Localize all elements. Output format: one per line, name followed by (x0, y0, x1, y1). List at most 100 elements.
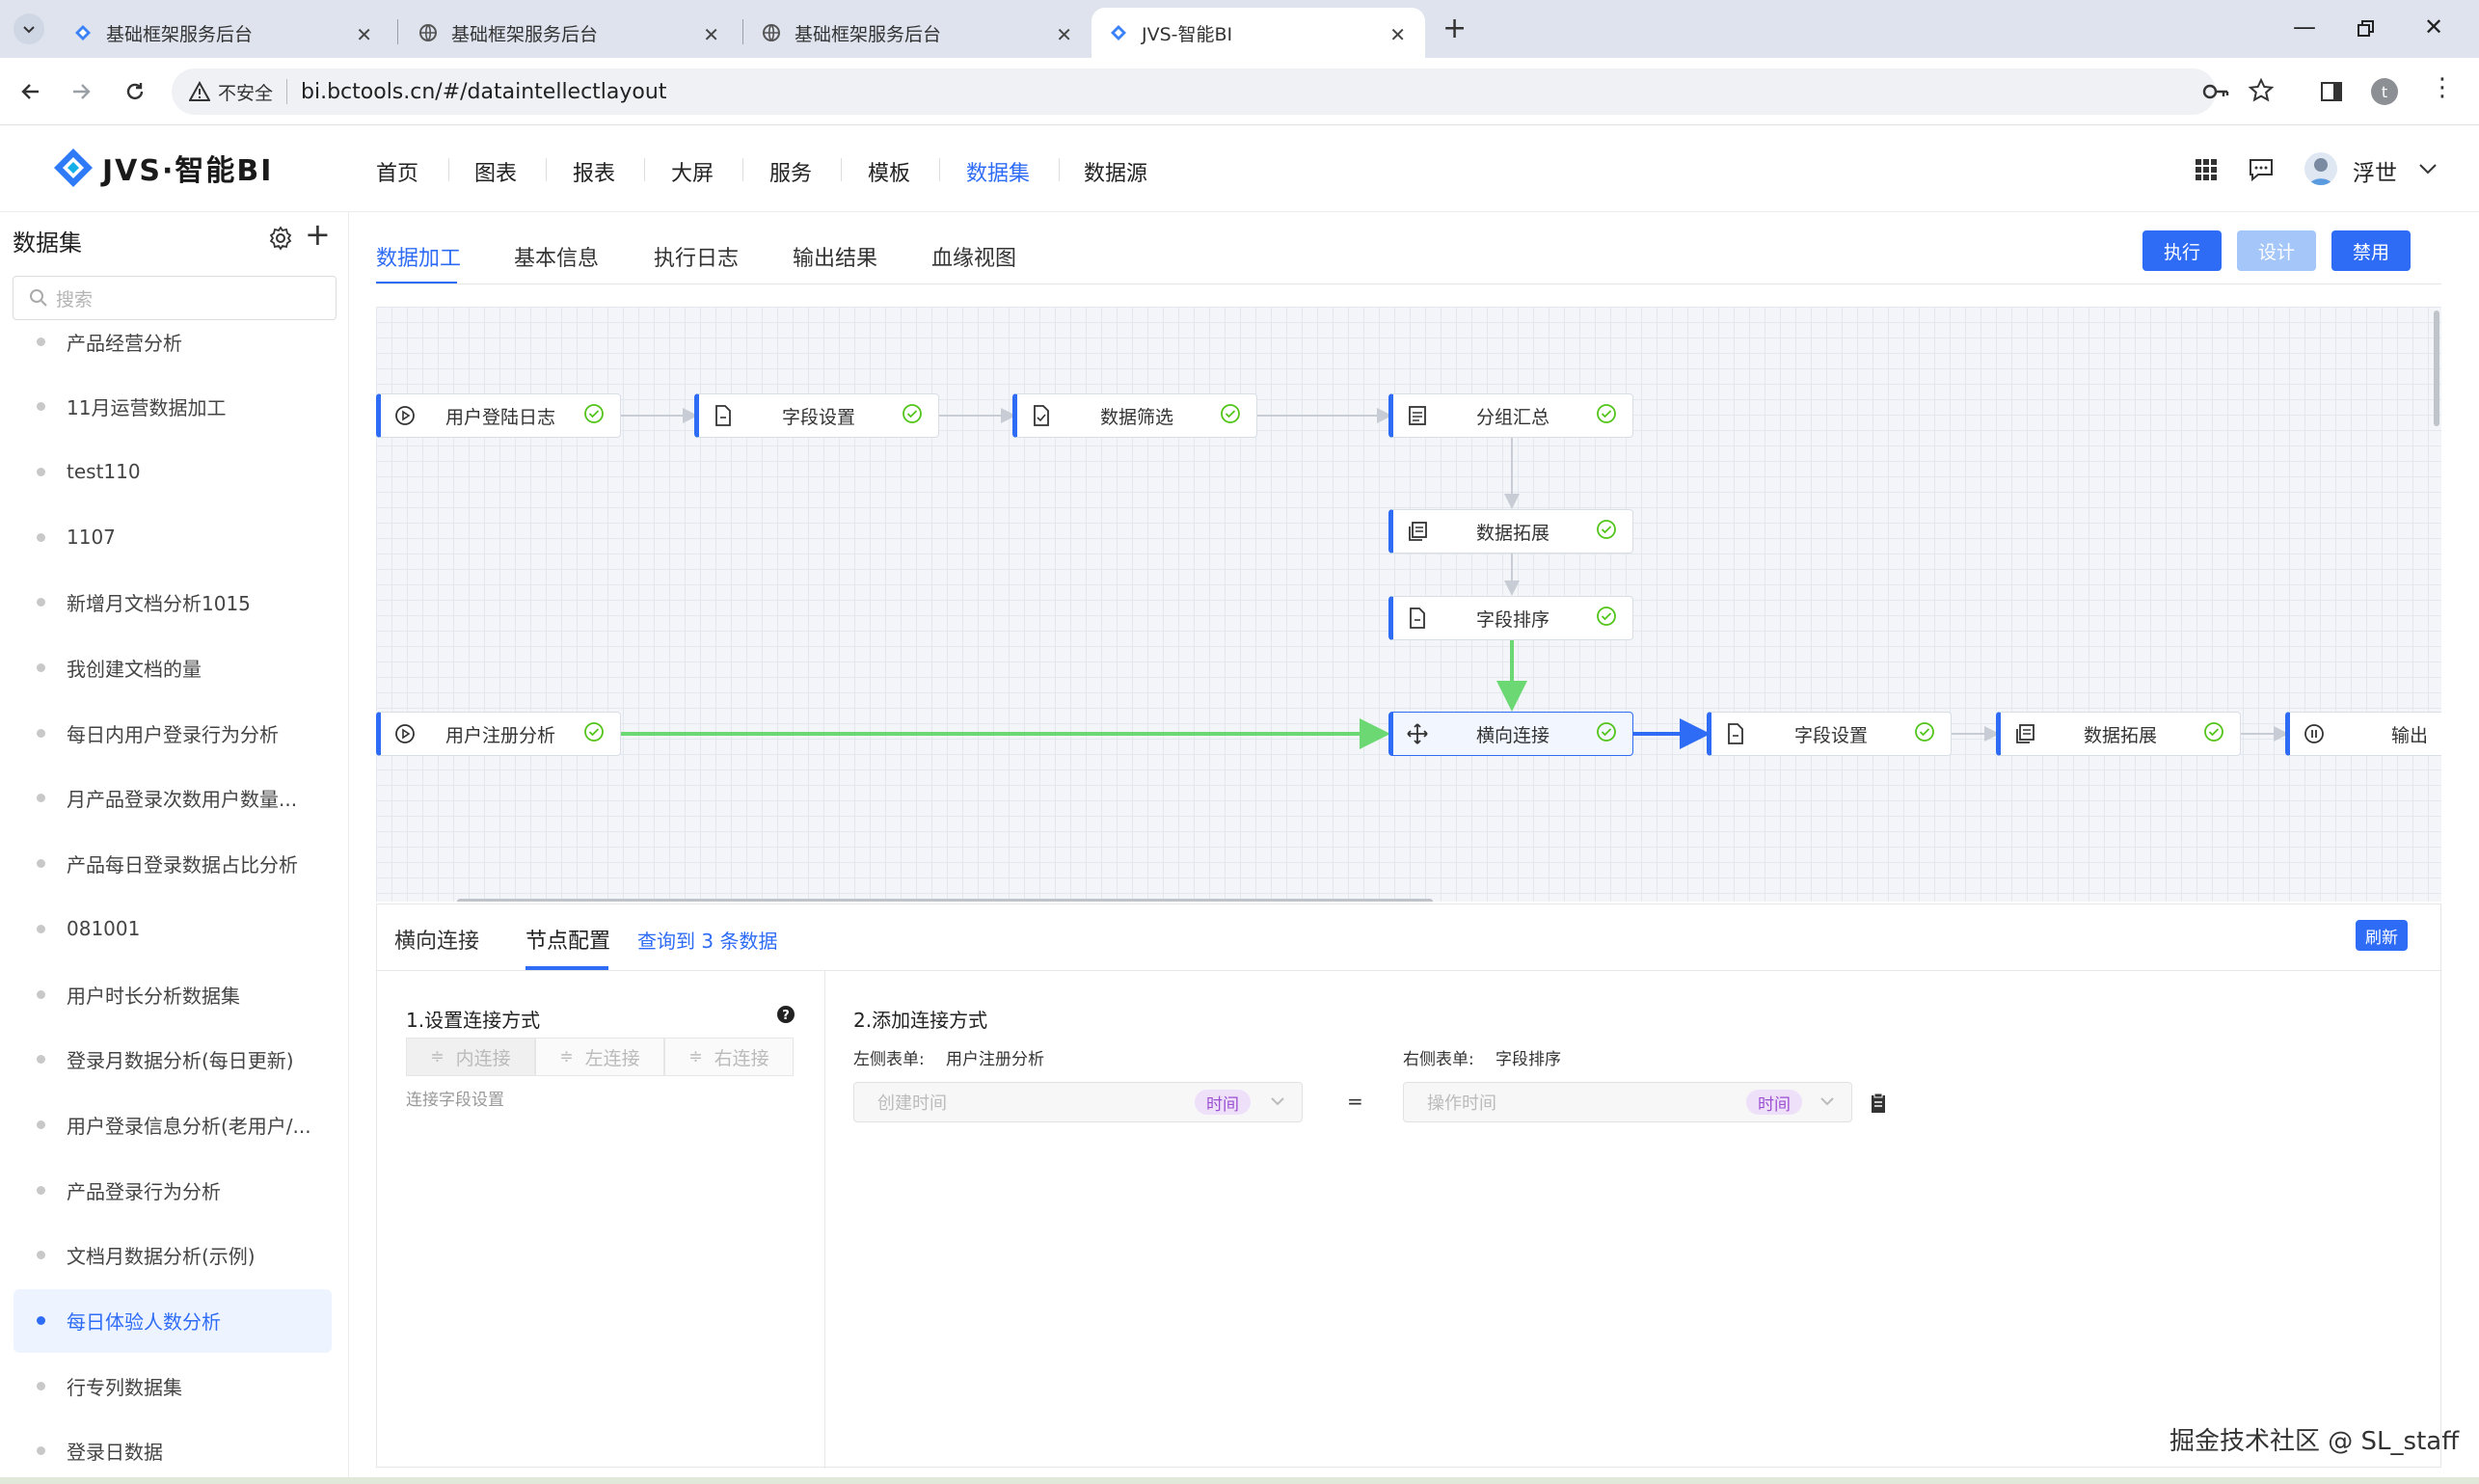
flow-node[interactable]: 数据拓展 (1996, 712, 2241, 756)
browser-tab[interactable]: 基础框架服务后台 ✕ (56, 8, 391, 58)
tab-lineage[interactable]: 血缘视图 (931, 241, 1016, 272)
nav-screens[interactable]: 大屏 (671, 156, 714, 187)
key-icon[interactable] (2202, 80, 2229, 103)
nav-datasets[interactable]: 数据集 (966, 156, 1030, 187)
minimize-icon[interactable]: — (2293, 13, 2316, 40)
sidebar-item[interactable]: 月产品登录次数用户数量... (13, 767, 332, 830)
nav-templates[interactable]: 模板 (868, 156, 910, 187)
bullet-icon (37, 402, 45, 412)
sidebar-item[interactable]: 081001 (13, 897, 332, 960)
star-icon[interactable] (2249, 78, 2274, 103)
restore-icon[interactable] (2357, 13, 2376, 44)
nav-datasources[interactable]: 数据源 (1084, 156, 1147, 187)
sidebar-item[interactable]: 行专列数据集 (13, 1354, 332, 1417)
inner-join-option[interactable]: ≑ 内连接 (406, 1038, 535, 1076)
refresh-button[interactable]: 刷新 (2356, 920, 2408, 951)
flow-node[interactable]: 分组汇总 (1388, 393, 1633, 438)
user-avatar[interactable] (2304, 152, 2337, 185)
tab-basic-info[interactable]: 基本信息 (514, 241, 599, 272)
flow-node[interactable]: 字段设置 (694, 393, 939, 438)
query-result-link[interactable]: 查询到 3 条数据 (637, 926, 777, 954)
disable-button[interactable]: 禁用 (2331, 230, 2411, 271)
sidebar-item[interactable]: 登录月数据分析(每日更新) (13, 1028, 332, 1092)
close-icon[interactable]: ✕ (356, 23, 372, 46)
right-join-option[interactable]: ≑ 右连接 (664, 1038, 794, 1076)
sidebar-item[interactable]: 每日内用户登录行为分析 (13, 701, 332, 765)
flow-node[interactable]: 用户注册分析 (376, 712, 621, 756)
clipboard-icon[interactable] (1870, 1093, 1887, 1114)
tab-exec-log[interactable]: 执行日志 (654, 241, 739, 272)
close-icon[interactable]: ✕ (1056, 23, 1072, 46)
sidebar-item[interactable]: 产品登录行为分析 (13, 1158, 332, 1222)
sidebar-item[interactable]: 产品每日登录数据占比分析 (13, 832, 332, 896)
security-label[interactable]: 不安全 (218, 79, 273, 105)
sidebar-item[interactable]: 我创建文档的量 (13, 636, 332, 700)
apps-grid-icon[interactable] (2195, 158, 2218, 181)
browser-tab[interactable]: 基础框架服务后台 ✕ (744, 8, 1091, 58)
left-table-label: 左侧表单: (853, 1050, 925, 1069)
sidebar-item[interactable]: test110 (13, 440, 332, 503)
close-window-icon[interactable]: ✕ (2424, 13, 2443, 40)
sidebar-item[interactable]: 产品经营分析 (13, 310, 332, 373)
sidebar-item-label: 新增月文档分析1015 (67, 592, 251, 616)
tab-divider (742, 19, 743, 44)
chevron-down-icon[interactable] (1270, 1095, 1285, 1107)
run-button[interactable]: 执行 (2142, 230, 2222, 271)
flow-node[interactable]: 字段设置 (1707, 712, 1952, 756)
check-circle-icon (1596, 519, 1621, 544)
app-logo[interactable]: JVS·智能BI (52, 147, 273, 189)
flow-node[interactable]: 数据筛选 (1012, 393, 1257, 438)
tab-search-button[interactable] (13, 13, 44, 44)
left-join-option[interactable]: ≑ 左连接 (535, 1038, 664, 1076)
nav-home[interactable]: 首页 (376, 156, 418, 187)
flow-node[interactable]: 输出 (2285, 712, 2441, 756)
sidepanel-icon[interactable] (2320, 80, 2343, 103)
flow-node[interactable]: 字段排序 (1388, 596, 1633, 640)
help-icon[interactable]: ? (776, 1005, 795, 1024)
back-icon[interactable] (19, 80, 42, 103)
sidebar-item[interactable]: 用户登录信息分析(老用户/... (13, 1093, 332, 1156)
more-menu-icon[interactable]: ⋮ (2430, 73, 2455, 102)
chevron-down-icon[interactable] (1819, 1095, 1835, 1107)
flow-node[interactable]: 横向连接 (1388, 712, 1633, 756)
new-tab-button[interactable]: + (1442, 12, 1467, 45)
chevron-down-icon[interactable] (2418, 162, 2438, 175)
flow-node[interactable]: 数据拓展 (1388, 509, 1633, 553)
sidebar-item[interactable]: 文档月数据分析(示例) (13, 1224, 332, 1287)
nav-reports[interactable]: 报表 (573, 156, 615, 187)
bullet-icon (37, 1185, 45, 1195)
horizontal-scrollbar[interactable] (457, 899, 1433, 902)
close-icon[interactable]: ✕ (703, 23, 719, 46)
tab-data-processing[interactable]: 数据加工 (376, 241, 461, 272)
sidebar-item[interactable]: 每日体验人数分析 (13, 1288, 332, 1353)
message-icon[interactable] (2249, 158, 2274, 181)
browser-tab[interactable]: 基础框架服务后台 ✕ (401, 8, 739, 58)
sidebar-item-label: 用户时长分析数据集 (67, 984, 240, 1008)
sidebar-item[interactable]: 1107 (13, 505, 332, 569)
panel-tab-node-config[interactable]: 节点配置 (525, 924, 610, 955)
nav-charts[interactable]: 图表 (474, 156, 517, 187)
left-field-value: 创建时间 (877, 1093, 947, 1114)
flow-canvas[interactable]: 用户登陆日志 字段设置 数据筛选 分组汇总 数据拓展 字段排序 用户注册分析 横向连接 字段设置… (376, 307, 2441, 902)
tab-output[interactable]: 输出结果 (793, 241, 877, 272)
vertical-scrollbar[interactable] (2434, 310, 2439, 426)
design-button[interactable]: 设计 (2237, 230, 2316, 271)
address-bar[interactable]: 不安全 bi.bctools.cn/#/dataintellectlayout (172, 68, 2216, 115)
nav-services[interactable]: 服务 (769, 156, 812, 187)
forward-icon[interactable] (69, 80, 93, 103)
sidebar-item[interactable]: 新增月文档分析1015 (13, 571, 332, 634)
close-icon[interactable]: ✕ (1389, 23, 1406, 46)
panel-tab-join[interactable]: 横向连接 (394, 924, 479, 955)
sidebar-item[interactable]: 用户时长分析数据集 (13, 962, 332, 1026)
sidebar-item[interactable]: 登录日数据 (13, 1419, 332, 1483)
sidebar-item[interactable]: 11月运营数据加工 (13, 375, 332, 439)
flow-node[interactable]: 用户登陆日志 (376, 393, 621, 438)
add-dataset-button[interactable]: + (305, 216, 331, 253)
profile-avatar[interactable]: t (2371, 78, 2398, 105)
url-text[interactable]: bi.bctools.cn/#/dataintellectlayout (301, 80, 666, 104)
settings-icon[interactable] (268, 226, 293, 251)
reload-icon[interactable] (123, 80, 147, 103)
user-name[interactable]: 浮世 (2353, 154, 2397, 187)
browser-tab-active[interactable]: JVS-智能BI ✕ (1091, 8, 1425, 58)
sidebar-item-label: 每日体验人数分析 (67, 1310, 221, 1334)
